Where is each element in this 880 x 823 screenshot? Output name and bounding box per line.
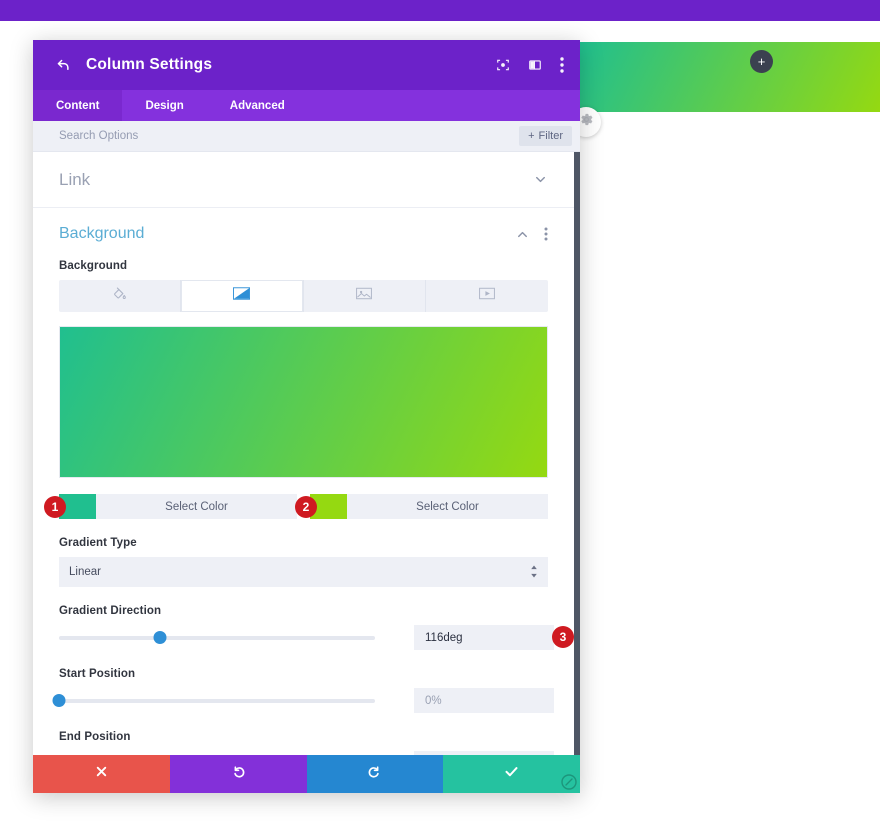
gradient-preview bbox=[59, 326, 548, 478]
start-position-value: 0% bbox=[425, 694, 442, 707]
paint-bucket-icon bbox=[112, 286, 127, 306]
search-bar: + Filter bbox=[33, 121, 580, 152]
back-arrow-icon[interactable] bbox=[55, 58, 72, 73]
add-section-button[interactable]: + bbox=[750, 50, 773, 73]
cancel-button[interactable] bbox=[33, 755, 170, 793]
slider-track bbox=[59, 635, 375, 640]
tab-design[interactable]: Design bbox=[122, 90, 206, 121]
green-gradient-section[interactable] bbox=[579, 42, 880, 112]
select-updown-icon bbox=[530, 565, 538, 579]
background-video-tab[interactable] bbox=[426, 280, 548, 312]
tab-advanced[interactable]: Advanced bbox=[207, 90, 308, 121]
gradient-icon bbox=[233, 287, 251, 305]
gradient-type-select[interactable]: Linear bbox=[59, 557, 548, 587]
video-icon bbox=[478, 287, 495, 305]
annotation-badge-3: 3 bbox=[552, 626, 574, 648]
section-link[interactable]: Link bbox=[33, 152, 574, 208]
background-gradient-tab[interactable] bbox=[181, 280, 304, 312]
gradient-direction-row: 116deg 3 bbox=[33, 625, 574, 650]
section-background-header[interactable]: Background bbox=[33, 208, 574, 260]
gradient-type-label: Gradient Type bbox=[59, 537, 137, 549]
more-vertical-icon[interactable] bbox=[560, 57, 564, 73]
background-field-label: Background bbox=[59, 260, 128, 272]
wp-admin-bar bbox=[0, 0, 880, 21]
annotation-badge-1: 1 bbox=[44, 496, 66, 518]
modal-header: Column Settings bbox=[33, 40, 580, 90]
gradient-type-value: Linear bbox=[69, 566, 101, 578]
search-input[interactable] bbox=[59, 130, 520, 142]
background-image-tab[interactable] bbox=[304, 280, 426, 312]
section-background-title: Background bbox=[59, 225, 145, 242]
gradient-direction-value: 116deg bbox=[425, 631, 463, 644]
gradient-stop-2-picker[interactable]: 2 Select Color bbox=[295, 494, 548, 519]
end-position-field: End Position 100% bbox=[33, 731, 574, 755]
modal-tabs: Content Design Advanced bbox=[33, 90, 580, 121]
gradient-stop-1-label: Select Color bbox=[165, 500, 228, 513]
gradient-color-stops: 1 Select Color 2 Select Color bbox=[33, 478, 574, 519]
filter-button[interactable]: + Filter bbox=[519, 126, 572, 146]
background-type-field: Background bbox=[33, 260, 574, 312]
start-position-value-box[interactable]: 0% bbox=[414, 688, 554, 713]
redo-button[interactable] bbox=[306, 755, 444, 793]
resize-handle-icon[interactable] bbox=[560, 773, 578, 791]
gradient-type-field: Gradient Type Linear bbox=[33, 537, 574, 587]
start-position-label: Start Position bbox=[59, 668, 136, 680]
header-icon-group bbox=[496, 57, 564, 73]
plus-icon: + bbox=[757, 54, 766, 69]
end-position-label: End Position bbox=[59, 731, 131, 743]
page-title: Column Settings bbox=[86, 56, 213, 73]
slider-track bbox=[59, 698, 375, 703]
plus-icon: + bbox=[528, 130, 535, 142]
tab-advanced-label: Advanced bbox=[229, 99, 285, 112]
image-icon bbox=[356, 287, 373, 305]
slider-thumb[interactable] bbox=[153, 631, 167, 644]
slider-thumb[interactable] bbox=[52, 694, 66, 707]
redo-arrow-icon bbox=[367, 764, 382, 784]
chevron-up-icon[interactable] bbox=[515, 227, 530, 242]
background-type-tabs bbox=[59, 280, 548, 312]
start-position-slider[interactable] bbox=[52, 690, 375, 712]
screen: + Column Settings Content Design Advance… bbox=[0, 0, 880, 823]
filter-button-label: Filter bbox=[538, 130, 563, 142]
background-color-tab[interactable] bbox=[59, 280, 182, 312]
tab-design-label: Design bbox=[145, 99, 184, 112]
chevron-down-icon[interactable] bbox=[533, 172, 548, 187]
annotation-badge-2: 2 bbox=[295, 496, 317, 518]
start-position-row: 0% bbox=[33, 688, 574, 713]
gradient-direction-slider[interactable] bbox=[59, 627, 375, 649]
gradient-stop-1-picker[interactable]: 1 Select Color bbox=[44, 494, 297, 519]
start-position-field: Start Position 0% bbox=[33, 668, 574, 713]
gradient-direction-field: Gradient Direction 116deg 3 bbox=[33, 605, 574, 650]
gradient-direction-value-box[interactable]: 116deg 3 bbox=[414, 625, 574, 650]
section-link-title: Link bbox=[59, 169, 91, 189]
close-x-icon bbox=[95, 765, 108, 783]
column-settings-modal: Column Settings Content Design Advanced … bbox=[33, 40, 580, 793]
settings-scroll-area[interactable]: Link Background Background 1 Select Colo… bbox=[33, 152, 580, 755]
gradient-direction-label: Gradient Direction bbox=[59, 605, 162, 617]
undo-button[interactable] bbox=[169, 755, 307, 793]
gradient-stop-2-label: Select Color bbox=[416, 500, 479, 513]
tab-content-label: Content bbox=[56, 99, 100, 112]
modal-action-bar bbox=[33, 755, 580, 793]
section-more-vertical-icon[interactable] bbox=[544, 227, 548, 241]
tab-content[interactable]: Content bbox=[33, 90, 123, 121]
checkmark-icon bbox=[504, 764, 519, 784]
layout-panel-icon[interactable] bbox=[528, 58, 542, 72]
focus-target-icon[interactable] bbox=[496, 58, 510, 72]
undo-arrow-icon bbox=[231, 764, 246, 784]
settings-gear-icon bbox=[579, 112, 594, 132]
